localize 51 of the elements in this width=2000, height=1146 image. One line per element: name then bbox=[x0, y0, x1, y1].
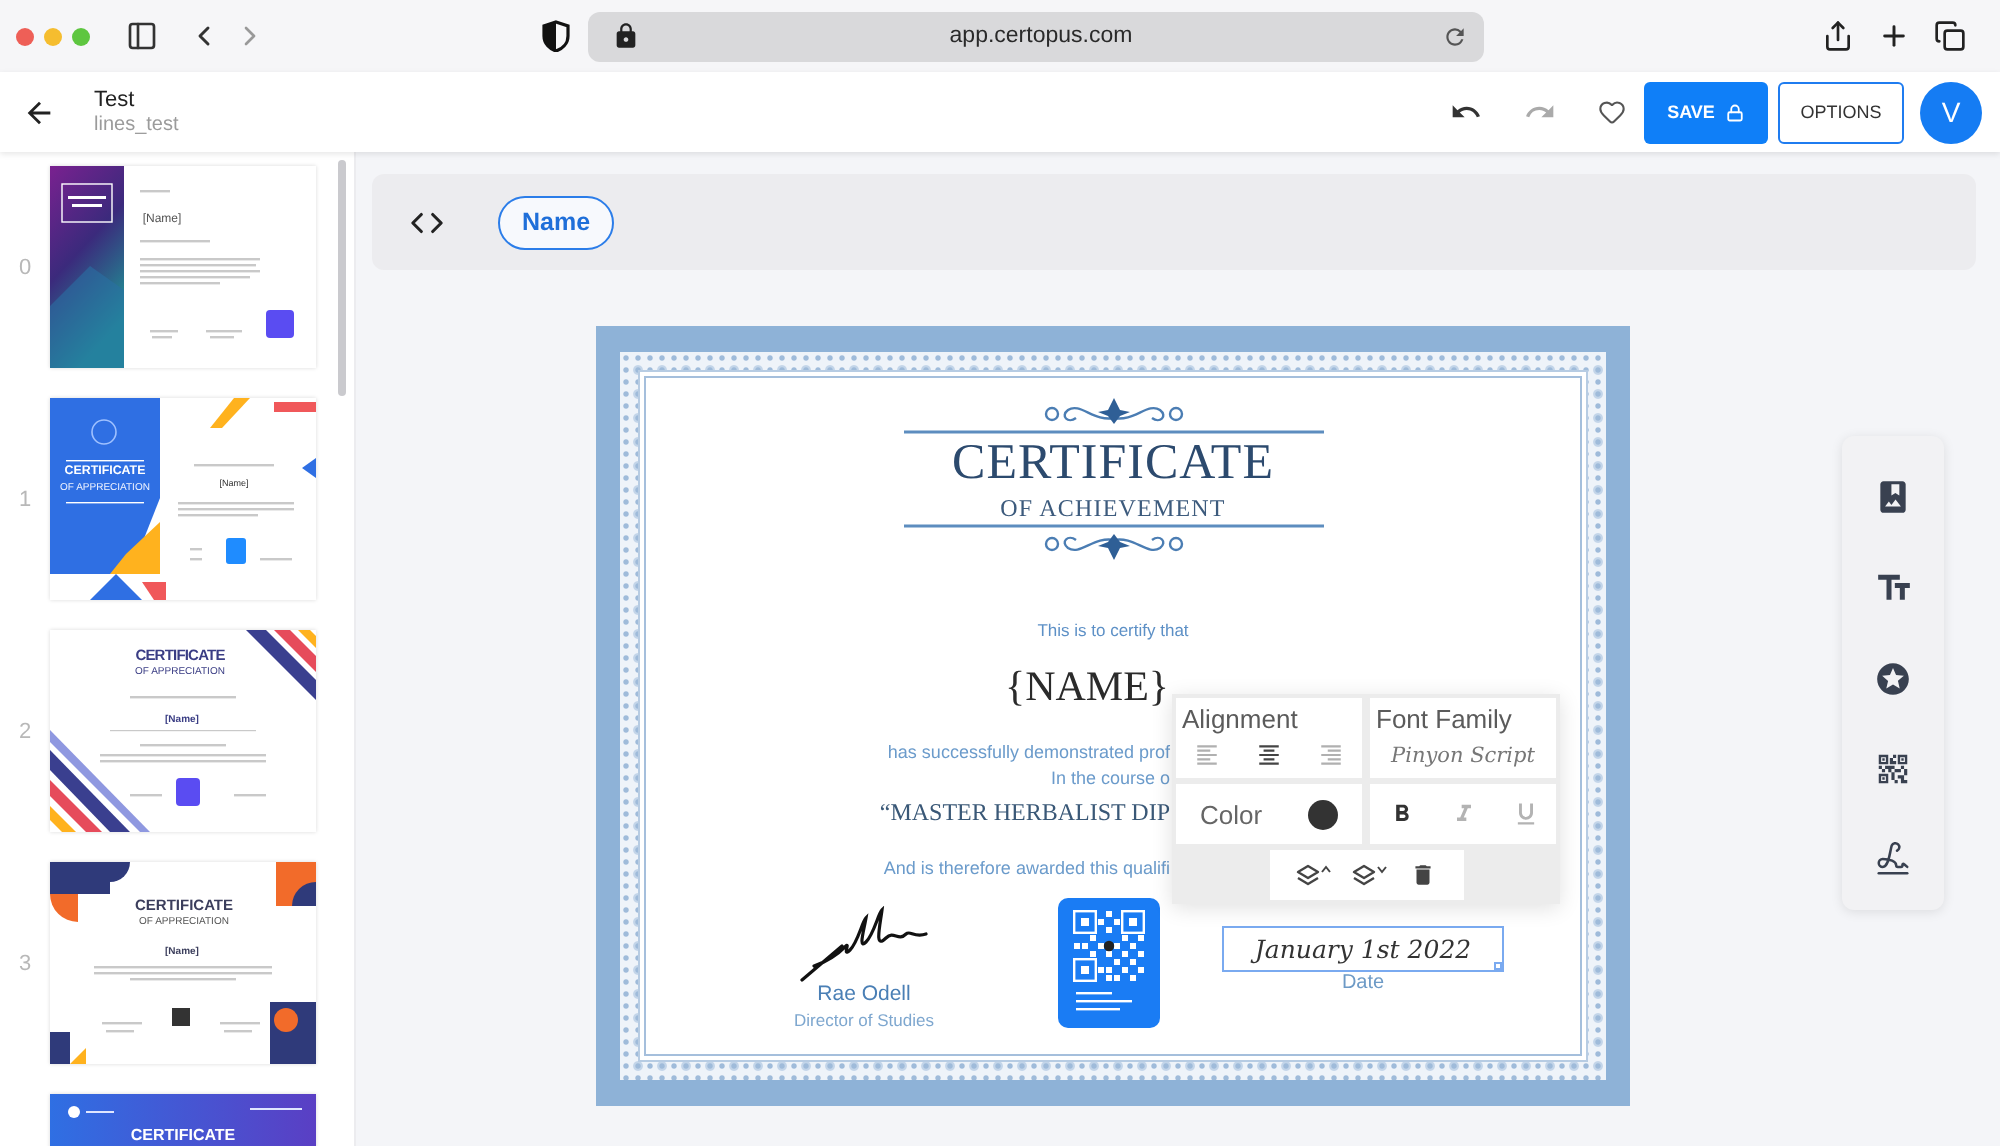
color-label: Color bbox=[1200, 799, 1263, 829]
align-center-icon[interactable] bbox=[1256, 742, 1282, 768]
template-thumbnail[interactable]: CERTIFICATE bbox=[50, 1094, 316, 1146]
lock-icon bbox=[612, 22, 640, 50]
heart-icon[interactable] bbox=[1598, 98, 1626, 126]
template-number: 0 bbox=[16, 255, 34, 279]
certificate-title[interactable]: CERTIFICATE bbox=[952, 436, 1274, 492]
options-button[interactable]: OPTIONS bbox=[1778, 81, 1904, 143]
recipient-name[interactable]: {NAME} bbox=[1005, 660, 1169, 712]
layer-down-icon[interactable] bbox=[1352, 863, 1389, 887]
qr-code-icon[interactable] bbox=[1874, 750, 1912, 788]
course-title[interactable]: “MASTER HERBALIST DIP bbox=[879, 796, 1170, 828]
signature-icon[interactable] bbox=[1874, 840, 1912, 878]
layer-up-icon[interactable] bbox=[1295, 863, 1332, 887]
image-icon[interactable] bbox=[1874, 478, 1912, 516]
template-number: 3 bbox=[16, 951, 34, 975]
intro-text[interactable]: This is to certify that bbox=[1037, 618, 1189, 642]
document-title: Test bbox=[94, 86, 137, 114]
color-swatch-icon[interactable] bbox=[1308, 799, 1338, 829]
body-text[interactable]: has successfully demonstrated prof bbox=[887, 740, 1170, 764]
reload-icon[interactable] bbox=[1442, 23, 1468, 49]
body-text[interactable]: In the course o bbox=[1050, 766, 1170, 790]
font-family-label: Font Family bbox=[1374, 702, 1514, 736]
url-text: app.certopus.com bbox=[947, 24, 1135, 48]
template-number: 2 bbox=[16, 719, 34, 743]
font-family-value[interactable]: Pinyon Script bbox=[1370, 744, 1556, 778]
template-number: 1 bbox=[16, 487, 34, 511]
new-tab-icon[interactable] bbox=[1878, 20, 1910, 52]
field-tag[interactable]: Name bbox=[498, 195, 615, 249]
document-subtitle: lines_test bbox=[94, 114, 179, 138]
resize-handle[interactable] bbox=[1494, 962, 1502, 970]
signature-drawing[interactable] bbox=[798, 906, 930, 982]
user-avatar[interactable]: V bbox=[1920, 81, 1982, 143]
lock-icon bbox=[1726, 103, 1745, 121]
signatory-name[interactable]: Rae Odell bbox=[817, 982, 911, 1008]
star-badge-icon[interactable] bbox=[1874, 660, 1912, 698]
body-text[interactable]: And is therefore awarded this qualifi bbox=[883, 856, 1170, 880]
scrollbar[interactable] bbox=[338, 160, 346, 396]
save-button[interactable]: SAVE bbox=[1644, 81, 1768, 143]
certificate-subtitle[interactable]: OF ACHIEVEMENT bbox=[1000, 492, 1226, 524]
alignment-label: Alignment bbox=[1180, 702, 1300, 736]
address-bar[interactable]: app.certopus.com bbox=[588, 11, 1484, 61]
shield-icon[interactable] bbox=[542, 20, 570, 52]
trash-icon[interactable] bbox=[1410, 862, 1437, 888]
sidebar-icon[interactable] bbox=[126, 20, 158, 52]
window-close-icon[interactable] bbox=[16, 27, 34, 45]
qr-code-icon[interactable] bbox=[1058, 898, 1160, 1028]
template-title: CERTIFICATE bbox=[128, 1128, 238, 1144]
share-icon[interactable] bbox=[1822, 20, 1854, 52]
tabs-icon[interactable] bbox=[1934, 20, 1966, 52]
date-field[interactable]: January 1st 2022 bbox=[1222, 926, 1504, 972]
